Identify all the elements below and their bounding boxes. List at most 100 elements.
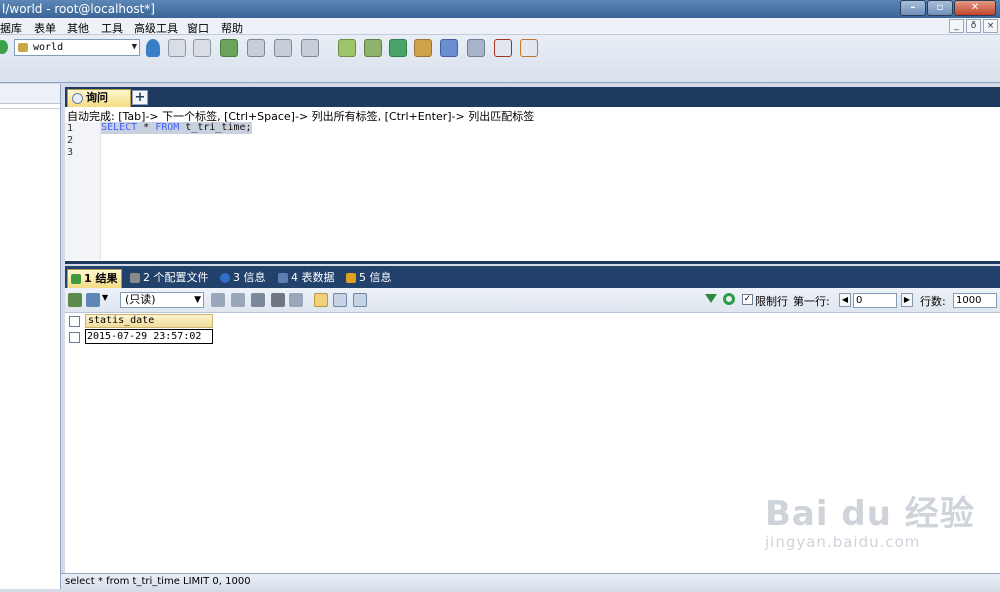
- next-page-button[interactable]: ▶: [901, 293, 913, 307]
- result-tab-bar: 1 结果 2 个配置文件 3 信息 4 表数据 5 信息: [65, 266, 1000, 288]
- tab-messages-label: 3 信息: [233, 271, 266, 284]
- line-number: 3: [67, 147, 74, 158]
- export-icon[interactable]: [220, 39, 238, 57]
- mdi-minimize-button[interactable]: _: [949, 19, 964, 33]
- user-icon[interactable]: [146, 39, 160, 57]
- chevron-down-icon[interactable]: ▼: [102, 293, 108, 302]
- database-icon: [18, 43, 28, 52]
- tab-results-label: 1 结果: [84, 272, 118, 285]
- chevron-down-icon: ▼: [131, 42, 137, 52]
- schema-icon[interactable]: [440, 39, 458, 57]
- row-checkbox[interactable]: [69, 332, 80, 343]
- export-results-icon[interactable]: [68, 293, 82, 307]
- object-browser-header: [0, 84, 60, 104]
- tab-profiles[interactable]: 2 个配置文件: [127, 269, 209, 288]
- result-mode-value: (只读): [125, 293, 156, 306]
- baidu-watermark: Bai du 经验 jingyan.baidu.com: [765, 486, 975, 551]
- restore-icon[interactable]: [364, 39, 382, 57]
- tab-info[interactable]: 5 信息: [343, 269, 392, 288]
- sql-line-1[interactable]: SELECT * FROM t_tri_time;: [101, 122, 252, 134]
- table-icon[interactable]: [247, 39, 265, 57]
- object-browser: [0, 84, 61, 589]
- menu-table[interactable]: 表单: [34, 20, 56, 36]
- line-number: 2: [67, 135, 74, 146]
- title-bar: l/world - root@localhost*] – ▫ ✕: [0, 0, 1000, 18]
- menu-help[interactable]: 帮助: [221, 20, 243, 36]
- save-icon[interactable]: [251, 293, 265, 307]
- menu-database[interactable]: 据库: [0, 20, 22, 36]
- close-button[interactable]: ✕: [954, 0, 996, 16]
- text-view-icon[interactable]: [353, 293, 367, 307]
- tab-table-data[interactable]: 4 表数据: [275, 269, 335, 288]
- cancel-changes-icon[interactable]: [289, 293, 303, 307]
- tab-table-data-label: 4 表数据: [291, 271, 335, 284]
- sql-editor[interactable]: 自动完成: [Tab]-> 下一个标签, [Ctrl+Space]-> 列出所有…: [65, 107, 1000, 264]
- report-icon[interactable]: [494, 39, 512, 57]
- result-mode-select[interactable]: (只读) ▼: [120, 292, 204, 308]
- tab-query-label: 询问: [86, 91, 108, 104]
- select-all-checkbox[interactable]: [69, 316, 80, 327]
- filter-icon[interactable]: [705, 294, 717, 303]
- query-icon: [72, 93, 83, 104]
- editor-tab-bar: 询问 +: [65, 87, 1000, 107]
- sql-keyword-select: SELECT: [101, 122, 138, 133]
- profile-icon: [130, 273, 140, 283]
- tab-info-label: 5 信息: [359, 271, 392, 284]
- duplicate-row-icon[interactable]: [231, 293, 245, 307]
- add-tab-button[interactable]: +: [132, 90, 148, 105]
- main-toolbar: world ▼: [0, 35, 1000, 83]
- menu-tools[interactable]: 工具: [101, 20, 123, 36]
- result-toolbar: ▼ (只读) ▼ ✓ 限制行 第一行: ◀ 0 ▶ 行数: 1000: [65, 288, 1000, 313]
- menu-other[interactable]: 其他: [67, 20, 89, 36]
- window-title: l/world - root@localhost*]: [2, 2, 155, 16]
- refresh-results-icon[interactable]: [723, 293, 735, 305]
- copy-icon[interactable]: [301, 39, 319, 57]
- prev-page-button[interactable]: ◀: [839, 293, 851, 307]
- database-select[interactable]: world ▼: [14, 39, 140, 56]
- import-results-icon[interactable]: [86, 293, 100, 307]
- delete-icon[interactable]: [271, 293, 285, 307]
- window-controls: – ▫ ✕: [899, 0, 996, 17]
- minimize-button[interactable]: –: [900, 0, 926, 16]
- status-bar: select * from t_tri_time LIMIT 0, 1000: [61, 573, 1000, 590]
- menu-window[interactable]: 窗口: [187, 20, 209, 36]
- watermark-logo: Bai du 经验: [765, 494, 975, 534]
- sql-keyword-from: FROM: [155, 122, 180, 133]
- info-tab-icon: [346, 273, 356, 283]
- watermark-url: jingyan.baidu.com: [765, 533, 921, 551]
- limit-rows-label: 限制行: [755, 295, 788, 308]
- first-row-label: 第一行:: [793, 295, 830, 308]
- object-browser-divider: [0, 108, 60, 109]
- maximize-button[interactable]: ▫: [927, 0, 953, 16]
- first-row-input[interactable]: 0: [853, 293, 897, 308]
- sync-icon[interactable]: [389, 39, 407, 57]
- execute-query-icon[interactable]: [168, 39, 186, 57]
- grid-view-icon[interactable]: [314, 293, 328, 307]
- info-icon: [220, 273, 230, 283]
- line-gutter: 1 2 3: [65, 122, 101, 260]
- rows-count-input[interactable]: 1000: [953, 293, 997, 308]
- mdi-close-button[interactable]: ×: [983, 19, 998, 33]
- grid-icon[interactable]: [274, 39, 292, 57]
- rows-count-label: 行数:: [920, 295, 946, 308]
- tab-query[interactable]: 询问: [67, 89, 131, 107]
- form-view-icon[interactable]: [333, 293, 347, 307]
- refresh-icon[interactable]: [0, 40, 8, 54]
- table-cell[interactable]: 2015-07-29 23:57:02: [85, 329, 213, 344]
- tab-profiles-label: 2 个配置文件: [143, 271, 209, 284]
- chevron-down-icon: ▼: [194, 295, 201, 305]
- mdi-restore-button[interactable]: ð: [966, 19, 981, 33]
- backup-icon[interactable]: [338, 39, 356, 57]
- add-row-icon[interactable]: [211, 293, 225, 307]
- menu-advanced-tools[interactable]: 高级工具: [134, 20, 178, 36]
- execute-all-icon[interactable]: [193, 39, 211, 57]
- tab-results[interactable]: 1 结果: [67, 269, 123, 288]
- sql-star: *: [137, 122, 156, 133]
- designer-icon[interactable]: [520, 39, 538, 57]
- import-icon[interactable]: [414, 39, 432, 57]
- table-data-icon: [278, 273, 288, 283]
- column-header-statis-date[interactable]: statis_date: [85, 314, 213, 328]
- tab-messages[interactable]: 3 信息: [217, 269, 266, 288]
- monitor-icon[interactable]: [467, 39, 485, 57]
- limit-rows-checkbox[interactable]: ✓: [742, 294, 753, 305]
